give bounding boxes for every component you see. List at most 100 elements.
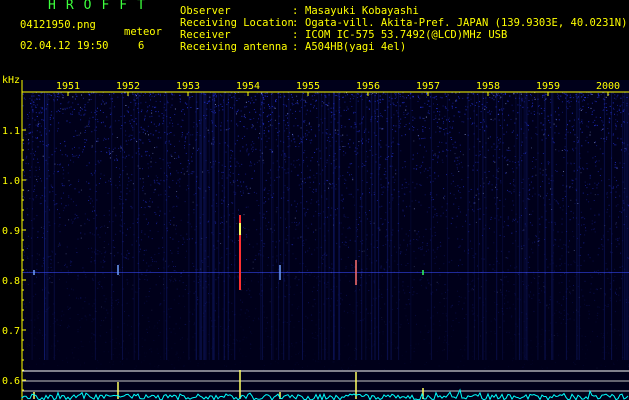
noise-speck	[414, 187, 416, 189]
noise-speck	[144, 119, 145, 121]
noise-speck	[145, 154, 147, 156]
noise-speck	[120, 225, 122, 227]
noise-speck	[291, 170, 293, 172]
noise-speck	[384, 303, 386, 305]
noise-speck	[472, 356, 473, 358]
noise-speck	[325, 96, 327, 98]
noise-speck	[93, 334, 95, 336]
noise-speck	[511, 233, 513, 234]
noise-speck	[592, 188, 594, 189]
noise-speck	[389, 321, 390, 323]
noise-speck	[457, 185, 459, 187]
noise-speck	[564, 315, 566, 316]
noise-speck	[27, 118, 29, 119]
noise-speck	[337, 342, 339, 343]
noise-speck	[306, 134, 308, 136]
noise-speck	[136, 291, 138, 293]
noise-speck	[131, 174, 133, 176]
noise-speck	[80, 225, 82, 227]
noise-speck	[348, 367, 349, 369]
noise-speck	[71, 261, 73, 263]
noise-speck	[149, 288, 151, 289]
noise-speck	[216, 302, 217, 304]
noise-speck	[97, 253, 99, 255]
noise-speck	[373, 222, 375, 224]
noise-speck	[499, 199, 501, 201]
noise-speck	[275, 99, 277, 101]
noise-speck	[70, 184, 72, 185]
noise-speck	[543, 134, 545, 136]
noise-speck	[442, 150, 444, 152]
noise-speck	[120, 128, 122, 130]
noise-speck	[542, 180, 544, 182]
noise-speck	[532, 187, 534, 189]
noise-speck	[562, 205, 564, 207]
noise-speck	[158, 335, 160, 337]
noise-speck	[192, 153, 193, 155]
noise-speck	[62, 108, 64, 110]
noise-speck	[472, 279, 474, 281]
noise-speck	[541, 367, 542, 368]
noise-speck	[117, 303, 118, 305]
noise-speck	[276, 255, 278, 257]
noise-speck	[162, 237, 163, 239]
noise-speck	[88, 341, 90, 343]
noise-speck	[101, 286, 103, 288]
noise-speck	[341, 299, 343, 301]
noise-speck	[460, 161, 462, 163]
noise-speck	[276, 209, 278, 211]
noise-speck	[27, 163, 29, 165]
noise-speck	[573, 119, 575, 121]
noise-speck	[309, 110, 311, 112]
noise-speck	[376, 108, 378, 110]
noise-speck	[169, 327, 171, 329]
noise-speck	[23, 251, 25, 253]
noise-speck	[391, 295, 393, 297]
noise-speck	[567, 246, 569, 248]
noise-speck	[598, 96, 600, 98]
noise-speck	[263, 346, 265, 348]
noise-speck	[457, 304, 459, 306]
noise-speck	[415, 343, 417, 345]
noise-speck	[614, 275, 616, 277]
noise-speck	[385, 158, 386, 160]
noise-speck	[263, 245, 265, 247]
noise-speck	[330, 298, 332, 300]
noise-speck	[158, 111, 159, 113]
noise-speck	[275, 101, 277, 103]
noise-speck	[175, 280, 177, 282]
noise-speck	[412, 294, 414, 296]
noise-speck	[109, 361, 111, 363]
noise-speck	[475, 161, 477, 163]
noise-speck	[229, 275, 230, 277]
noise-speck	[235, 165, 237, 167]
noise-speck	[37, 146, 39, 148]
noise-speck	[211, 143, 213, 145]
noise-speck	[531, 354, 533, 356]
noise-speck	[428, 110, 430, 112]
noise-speck	[595, 101, 597, 103]
noise-speck	[379, 206, 381, 208]
noise-speck	[26, 248, 28, 249]
noise-speck	[395, 173, 397, 175]
noise-speck	[456, 215, 458, 217]
noise-speck	[352, 270, 354, 272]
noise-speck	[480, 335, 481, 337]
noise-speck	[33, 218, 35, 220]
noise-speck	[619, 237, 620, 239]
noise-speck	[442, 350, 444, 352]
noise-speck	[170, 174, 172, 176]
noise-speck	[315, 337, 317, 339]
noise-speck	[39, 95, 41, 97]
noise-speck	[310, 126, 312, 128]
noise-speck	[548, 182, 550, 184]
noise-speck	[265, 146, 267, 148]
noise-speck	[569, 291, 571, 293]
noise-speck	[130, 337, 131, 339]
noise-speck	[479, 154, 481, 156]
noise-speck	[215, 95, 217, 96]
noise-speck	[144, 129, 146, 131]
noise-speck	[509, 160, 511, 162]
noise-speck	[33, 101, 35, 103]
noise-speck	[316, 93, 318, 95]
